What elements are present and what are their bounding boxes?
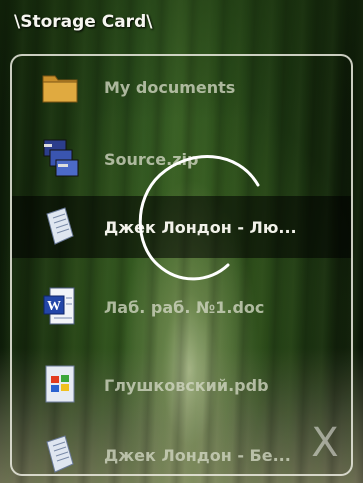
list-item-label: My documents [104, 77, 236, 97]
text-document-icon [38, 433, 82, 474]
list-item-lab-doc[interactable]: W Лаб. раб. №1.doc [12, 276, 351, 338]
folder-icon [38, 65, 82, 109]
list-item-label: Джек Лондон - Бе... [104, 445, 291, 465]
text-document-icon [38, 205, 82, 249]
close-icon: X [311, 420, 339, 466]
windows-file-icon [38, 363, 82, 407]
zip-archive-icon [38, 137, 82, 181]
close-button[interactable]: X [302, 420, 348, 466]
current-path: \Storage Card\ [14, 12, 153, 32]
list-item-london-2[interactable]: Джек Лондон - Бе... [12, 424, 351, 474]
list-item-pdb[interactable]: Глушковский.pdb [12, 354, 351, 416]
list-item-label: Лаб. раб. №1.doc [104, 297, 265, 317]
word-document-icon: W [38, 285, 82, 329]
list-item-my-documents[interactable]: My documents [12, 56, 351, 118]
file-list[interactable]: My documents Source.zip Джек Лондон - Лю [10, 54, 353, 476]
svg-text:W: W [47, 299, 61, 314]
list-item-selected[interactable]: Джек Лондон - Лю... [12, 196, 351, 258]
list-item-source-zip[interactable]: Source.zip [12, 128, 351, 190]
list-item-label: Глушковский.pdb [104, 375, 269, 395]
list-item-label: Джек Лондон - Лю... [104, 217, 297, 237]
list-item-label: Source.zip [104, 149, 199, 169]
